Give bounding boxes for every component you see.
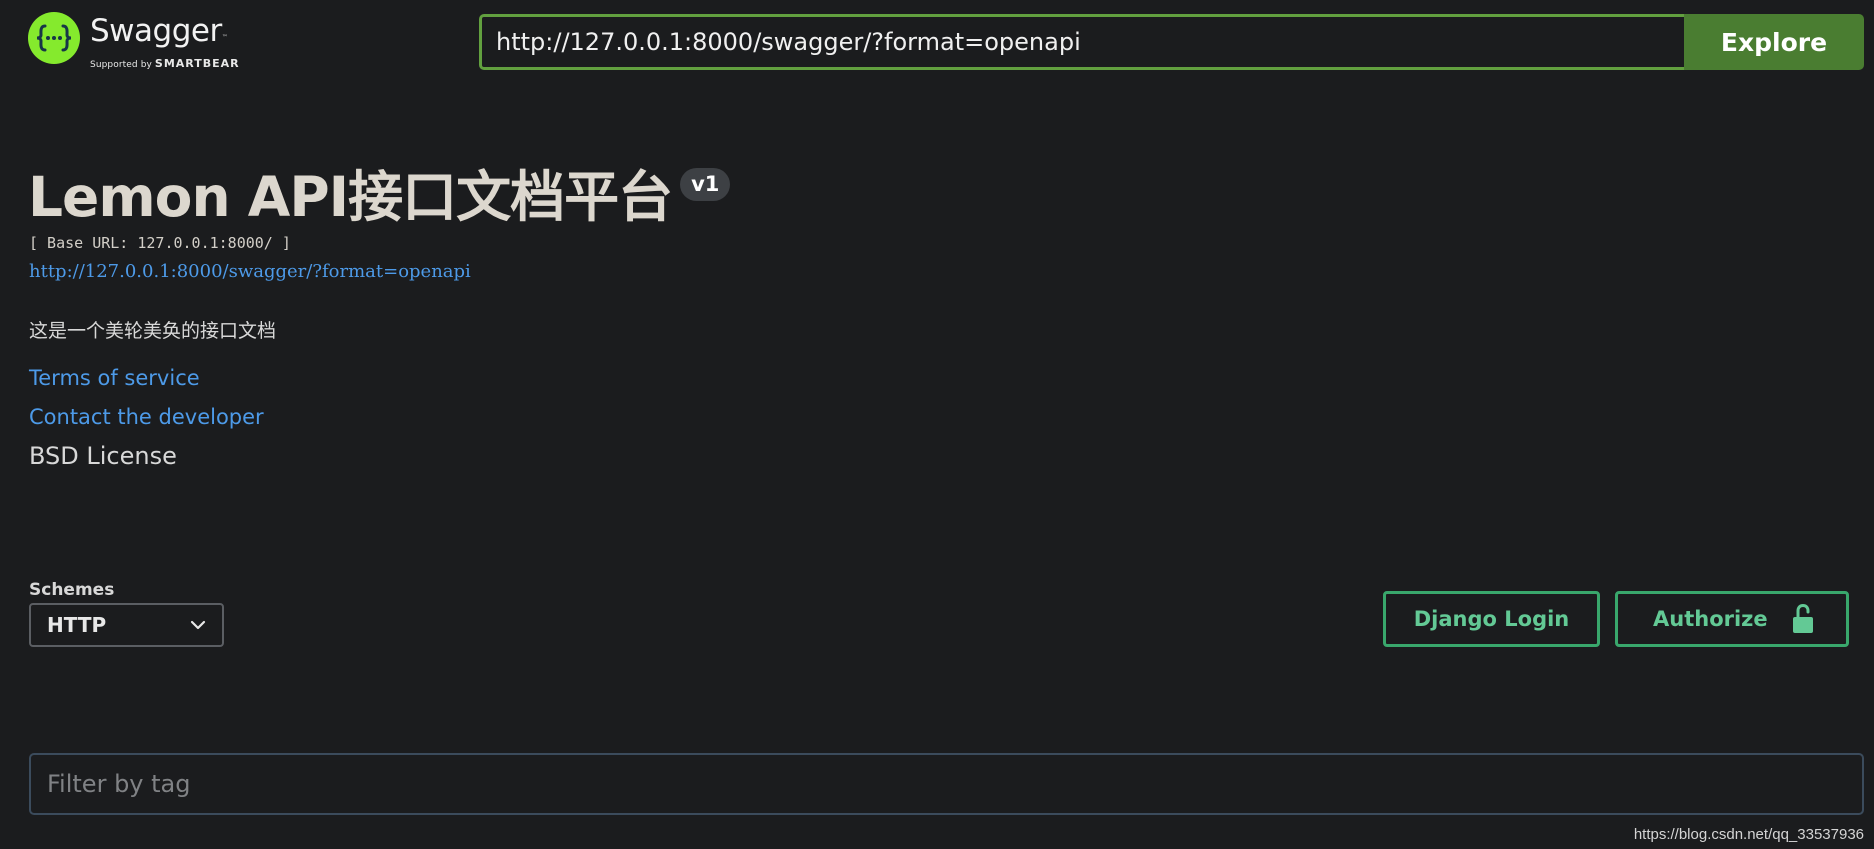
- schemes-selected-value: HTTP: [47, 613, 107, 637]
- logo-text: Swagger™ Supported by SMARTBEAR: [90, 14, 240, 70]
- logo-supported-by: Supported by SMARTBEAR: [90, 57, 240, 70]
- logo-title: Swagger™: [90, 13, 228, 49]
- license-text: BSD License: [29, 442, 177, 470]
- version-badge: v1: [680, 168, 731, 201]
- django-login-button[interactable]: Django Login: [1383, 591, 1600, 647]
- api-description: 这是一个美轮美奂的接口文档: [29, 320, 277, 342]
- unlocked-padlock-icon: [1792, 604, 1814, 634]
- spec-url-input[interactable]: [479, 14, 1684, 70]
- authorize-label: Authorize: [1653, 607, 1768, 631]
- contact-developer-link[interactable]: Contact the developer: [29, 405, 264, 429]
- schemes-label: Schemes: [29, 580, 115, 600]
- explore-form: Explore: [479, 14, 1864, 70]
- schemes-select[interactable]: HTTP: [29, 603, 224, 647]
- authorize-button[interactable]: Authorize: [1615, 591, 1849, 647]
- watermark-text: https://blog.csdn.net/qq_33537936: [1633, 826, 1864, 843]
- chevron-down-icon: [190, 620, 206, 630]
- base-url: [ Base URL: 127.0.0.1:8000/ ]: [29, 234, 291, 252]
- spec-link[interactable]: http://127.0.0.1:8000/swagger/?format=op…: [29, 261, 471, 282]
- filter-by-tag-input[interactable]: [29, 753, 1864, 815]
- explore-button[interactable]: Explore: [1684, 14, 1864, 70]
- swagger-braces-icon: [28, 12, 80, 64]
- page-title: Lemon API接口文档平台: [28, 165, 673, 229]
- smartbear-brand: SMARTBEAR: [154, 57, 240, 70]
- title-row: Lemon API接口文档平台 v1: [28, 163, 731, 231]
- terms-of-service-link[interactable]: Terms of service: [29, 366, 200, 390]
- swagger-logo[interactable]: Swagger™ Supported by SMARTBEAR: [28, 12, 240, 70]
